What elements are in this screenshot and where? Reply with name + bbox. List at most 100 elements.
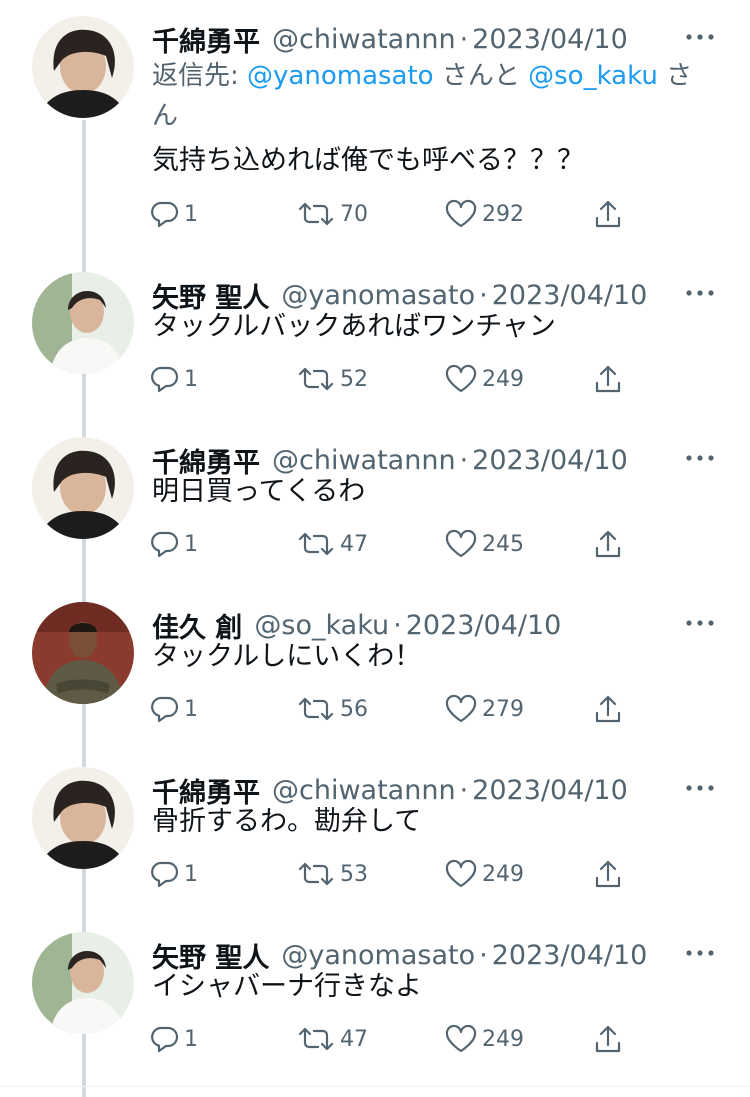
user-handle[interactable]: @chiwatannn [272,24,456,55]
like-button[interactable]: 245 [444,524,524,564]
separator-dot: · [459,774,469,806]
share-icon [595,695,621,723]
avatar[interactable] [32,16,134,118]
like-count: 279 [482,696,524,722]
heart-icon [445,364,477,393]
avatar[interactable] [32,767,134,869]
retweet-count: 53 [340,861,368,887]
tweet-text: イシャバーナ行きなよ [152,971,422,1002]
retweet-count: 52 [340,366,368,392]
retweet-icon [298,862,334,886]
reply-count: 1 [184,531,198,557]
reply-button[interactable]: 1 [150,194,198,234]
avatar[interactable] [32,932,134,1034]
tweet-date[interactable]: 2023/04/10 [472,445,628,476]
like-button[interactable]: 292 [444,194,524,234]
reply-to-line: 返信先: @yanomasato さんと @so_kaku さん [152,56,712,136]
retweet-count: 70 [340,201,368,227]
reply-icon [151,1026,179,1053]
reply-prefix: 返信先: [152,61,248,91]
like-count: 249 [482,861,524,887]
reply-button[interactable]: 1 [150,854,198,894]
share-button[interactable] [592,194,628,234]
reply-button[interactable]: 1 [150,524,198,564]
separator-dot: · [459,23,469,55]
more-options-icon[interactable] [680,773,720,803]
avatar[interactable] [32,437,134,539]
like-count: 292 [482,201,524,227]
tweet-actions: 1 47 249 [150,1019,630,1059]
retweet-button[interactable]: 70 [296,194,368,234]
share-icon [595,860,621,888]
more-options-icon[interactable] [680,22,720,52]
like-count: 245 [482,531,524,557]
tweet-text: 気持ち込めれば俺でも呼べる？？？ [152,145,584,176]
avatar[interactable] [32,602,134,704]
like-button[interactable]: 279 [444,689,524,729]
reply-icon [151,531,179,558]
like-button[interactable]: 249 [444,854,524,894]
retweet-icon [298,202,334,226]
tweet-text: タックルバックあればワンチャン [152,311,556,342]
reply-button[interactable]: 1 [150,359,198,399]
retweet-button[interactable]: 52 [296,359,368,399]
share-icon [595,530,621,558]
tweet-text: タックルしにいくわ！ [152,641,422,672]
share-button[interactable] [592,854,628,894]
reply-icon [151,861,179,888]
share-icon [595,365,621,393]
retweet-button[interactable]: 56 [296,689,368,729]
reply-icon [151,366,179,393]
tweet-actions: 1 70 292 [150,194,630,234]
tweet-text: 明日買ってくるわ [152,476,366,507]
tweet-actions: 1 47 245 [150,524,630,564]
reply-user-link[interactable]: @yanomasato [247,61,434,91]
tweet-date[interactable]: 2023/04/10 [492,940,648,971]
tweet-date[interactable]: 2023/04/10 [472,775,628,806]
tweet-text: 骨折するわ。勘弁して [152,806,422,837]
share-button[interactable] [592,1019,628,1059]
reply-icon [151,696,179,723]
share-button[interactable] [592,359,628,399]
tweet-date[interactable]: 2023/04/10 [472,24,628,55]
reply-count: 1 [184,201,198,227]
share-icon [595,1025,621,1053]
like-button[interactable]: 249 [444,1019,524,1059]
heart-icon [445,199,477,228]
retweet-button[interactable]: 47 [296,524,368,564]
heart-icon [445,1024,477,1053]
tweet-date[interactable]: 2023/04/10 [406,610,562,641]
more-options-icon[interactable] [680,938,720,968]
more-options-icon[interactable] [680,608,720,638]
avatar[interactable] [32,272,134,374]
display-name[interactable]: 千綿勇平 [152,20,260,59]
like-count: 249 [482,1026,524,1052]
reply-button[interactable]: 1 [150,1019,198,1059]
retweet-count: 56 [340,696,368,722]
like-button[interactable]: 249 [444,359,524,399]
retweet-icon [298,367,334,391]
heart-icon [445,859,477,888]
reply-button[interactable]: 1 [150,689,198,729]
retweet-count: 47 [340,531,368,557]
retweet-button[interactable]: 53 [296,854,368,894]
more-options-icon[interactable] [680,278,720,308]
share-button[interactable] [592,689,628,729]
heart-icon [445,694,477,723]
reply-count: 1 [184,861,198,887]
reply-user-link[interactable]: @so_kaku [528,61,658,91]
reply-conjunction: さんと [433,61,529,91]
more-options-icon[interactable] [680,443,720,473]
divider [0,1086,750,1087]
tweet-actions: 1 53 249 [150,854,630,894]
separator-dot: · [479,939,488,971]
reply-icon [151,201,179,228]
tweet-actions: 1 52 249 [150,359,630,399]
retweet-icon [298,1027,334,1051]
reply-count: 1 [184,366,198,392]
retweet-count: 47 [340,1026,368,1052]
heart-icon [445,529,477,558]
tweet-actions: 1 56 279 [150,689,630,729]
share-button[interactable] [592,524,628,564]
retweet-button[interactable]: 47 [296,1019,368,1059]
